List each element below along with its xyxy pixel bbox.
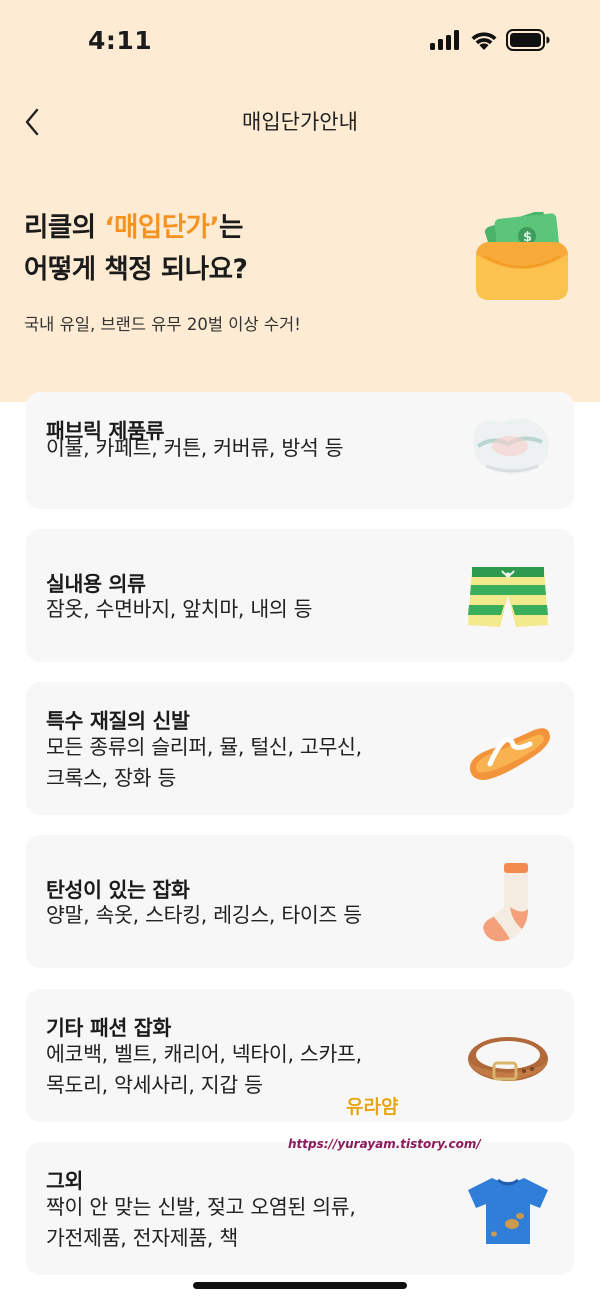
page-title: 매입단가안내 [242,110,358,134]
category-desc: 에코백, 벨트, 캐리어, 넥타이, 스카프, [46,1042,362,1066]
category-title: 기타 패션 잡화 [46,1016,172,1040]
category-card[interactable]: 특수 재질의 신발 모든 종류의 슬리퍼, 뮬, 털신, 고무신, 크록스, 장… [26,682,574,815]
stained-tshirt-icon [468,1178,548,1244]
status-bar: 4:11 [0,0,600,84]
hero-section: 4:11 매입단가안내 리클의 ‘매입단가’는 어떻게 책정 되나요? 국내 유… [0,0,600,402]
flip-flop-icon [469,728,550,780]
home-indicator[interactable] [193,1282,407,1289]
signal-icon [430,30,459,50]
watermark-name: 유라얌 [346,1096,399,1118]
category-desc: 모든 종류의 슬리퍼, 뮬, 털신, 고무신, [46,735,362,759]
category-desc-line2: 크록스, 장화 등 [46,766,177,790]
headline-part1: 리클의 [24,212,105,243]
nav-bar: 매입단가안내 [0,96,600,146]
category-card[interactable]: 그외 짝이 안 맞는 신발, 젖고 오염된 의류, 가전제품, 전자제품, 책 [26,1142,574,1275]
category-title: 탄성이 있는 잡화 [46,878,190,902]
category-card[interactable]: 패브릭 제품류 이불, 카페트, 커튼, 커버류, 방석 등 [26,392,574,509]
wifi-icon [471,31,497,50]
headline-line2: 어떻게 책정 되나요? [24,254,248,285]
money-envelope-icon: $ [476,212,568,300]
hero-subtitle: 국내 유일, 브랜드 유무 20벌 이상 수거! [24,315,301,334]
category-card[interactable]: 실내용 의류 잠옷, 수면바지, 앞치마, 내의 등 [26,529,574,662]
headline-part2: 는 [219,212,243,243]
category-desc-line2: 가전제품, 전자제품, 책 [46,1226,238,1250]
category-desc-line2: 목도리, 악세사리, 지갑 등 [46,1073,263,1097]
shorts-icon [468,567,548,627]
category-title: 특수 재질의 신발 [46,709,190,733]
sock-icon [483,863,528,942]
watermark-url: https://yurayam.tistory.com/ [288,1137,481,1151]
category-desc: 잠옷, 수면바지, 앞치마, 내의 등 [46,597,313,621]
category-desc: 양말, 속옷, 스타킹, 레깅스, 타이즈 등 [46,903,362,927]
category-desc: 짝이 안 맞는 신발, 젖고 오염된 의류, [46,1195,356,1219]
category-card[interactable]: 기타 패션 잡화 에코백, 벨트, 캐리어, 넥타이, 스카프, 목도리, 악세… [26,989,574,1122]
category-title: 그외 [46,1169,84,1193]
category-title: 실내용 의류 [46,572,146,596]
category-desc: 이불, 카페트, 커튼, 커버류, 방석 등 [46,436,344,460]
headline-accent: ‘매입단가’ [104,212,220,243]
category-card[interactable]: 탄성이 있는 잡화 양말, 속옷, 스타킹, 레깅스, 타이즈 등 [26,835,574,968]
belt-icon [468,1037,548,1081]
status-time: 4:11 [88,26,153,55]
pillow-icon [473,418,549,474]
battery-icon [506,29,550,51]
hero-headline: 리클의 ‘매입단가’는 어떻게 책정 되나요? [24,207,248,291]
